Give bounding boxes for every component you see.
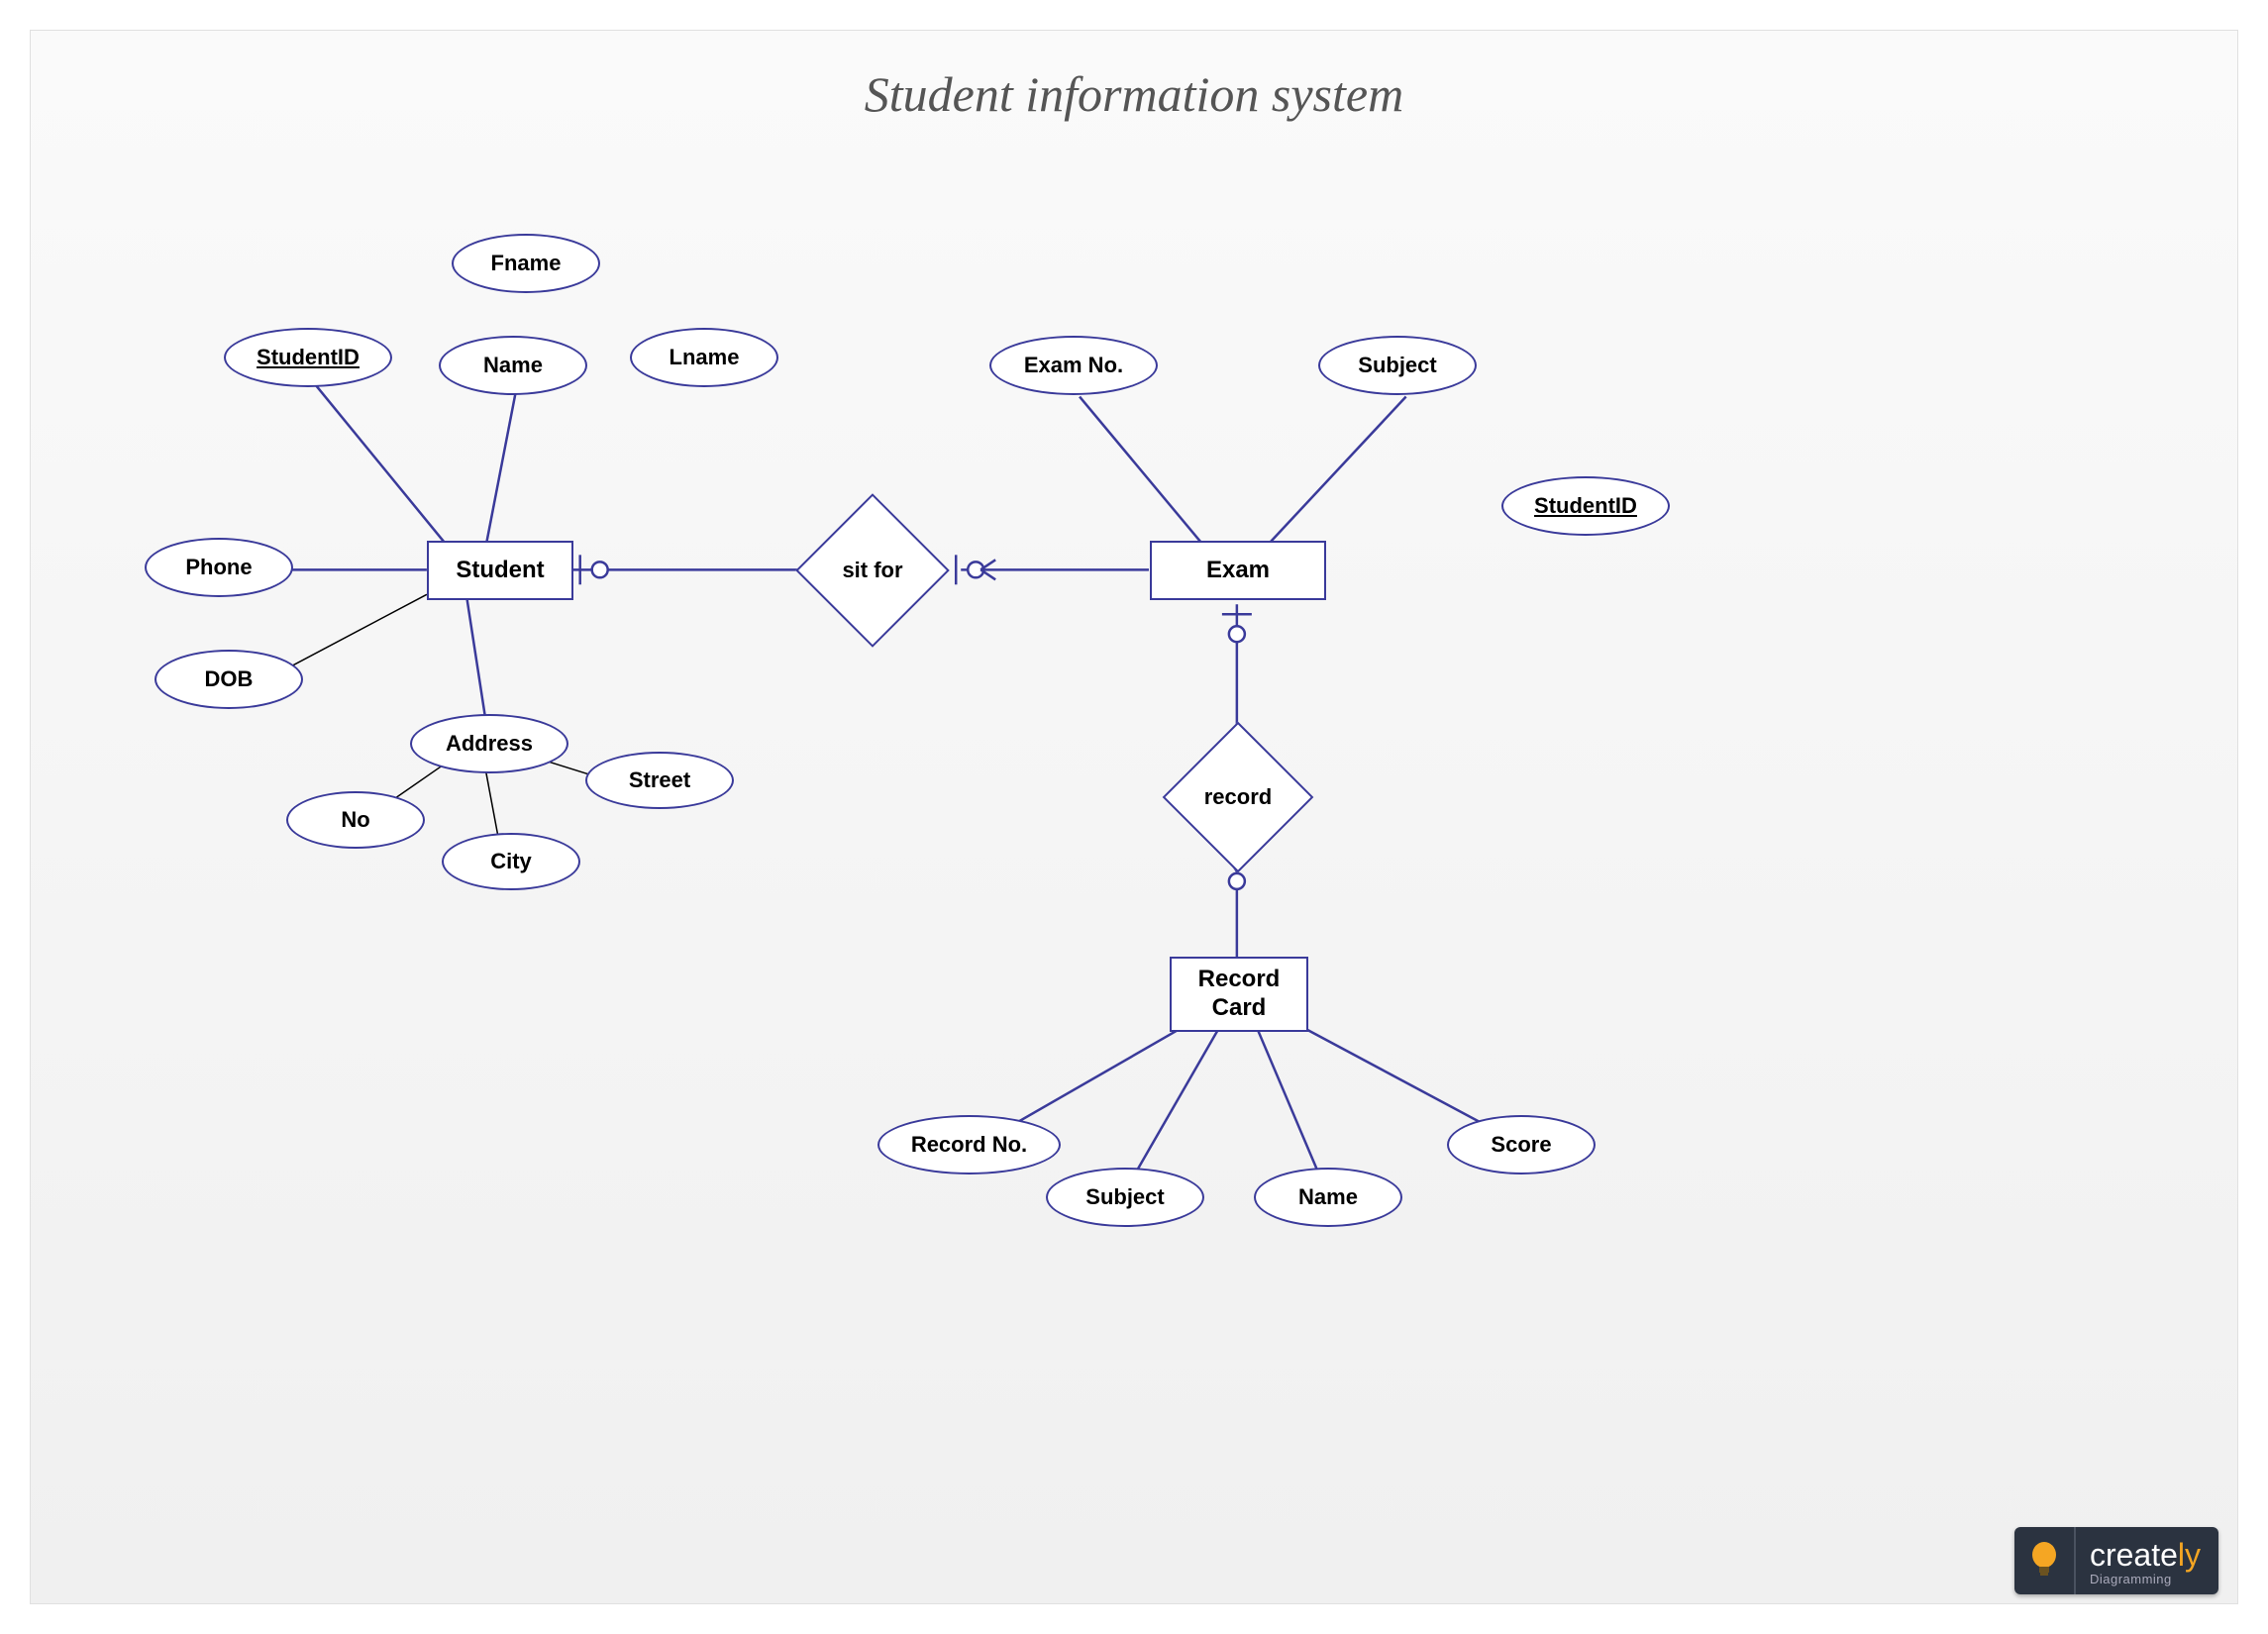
attribute-name: Name [439,336,587,395]
attribute-dob: DOB [155,650,303,709]
attribute-student-id-2: StudentID [1501,476,1670,536]
attribute-subject-exam: Subject [1318,336,1477,395]
diagram-title: Student information system [31,65,2237,123]
logo-subtitle: Diagramming [2090,1573,2201,1585]
creately-logo: creately Diagramming [2014,1527,2218,1594]
attribute-no: No [286,791,425,849]
relationship-record: record [1185,744,1291,851]
entity-record-card: Record Card [1170,957,1308,1032]
attribute-city: City [442,833,580,890]
bulb-icon [2014,1527,2074,1594]
attribute-student-id: StudentID [224,328,392,387]
attribute-lname: Lname [630,328,778,387]
attribute-fname: Fname [452,234,600,293]
attribute-phone: Phone [145,538,293,597]
attribute-rc-name: Name [1254,1168,1402,1227]
logo-text: creately [2090,1539,2201,1571]
relationship-sit-for: sit for [818,516,927,625]
entity-student: Student [427,541,573,600]
attribute-address: Address [410,714,568,773]
attribute-rc-subject: Subject [1046,1168,1204,1227]
attribute-exam-no: Exam No. [989,336,1158,395]
attribute-street: Street [585,752,734,809]
diagram-canvas: Student information system [30,30,2238,1604]
attribute-record-no: Record No. [877,1115,1061,1174]
entity-exam: Exam [1150,541,1326,600]
attribute-score: Score [1447,1115,1596,1174]
